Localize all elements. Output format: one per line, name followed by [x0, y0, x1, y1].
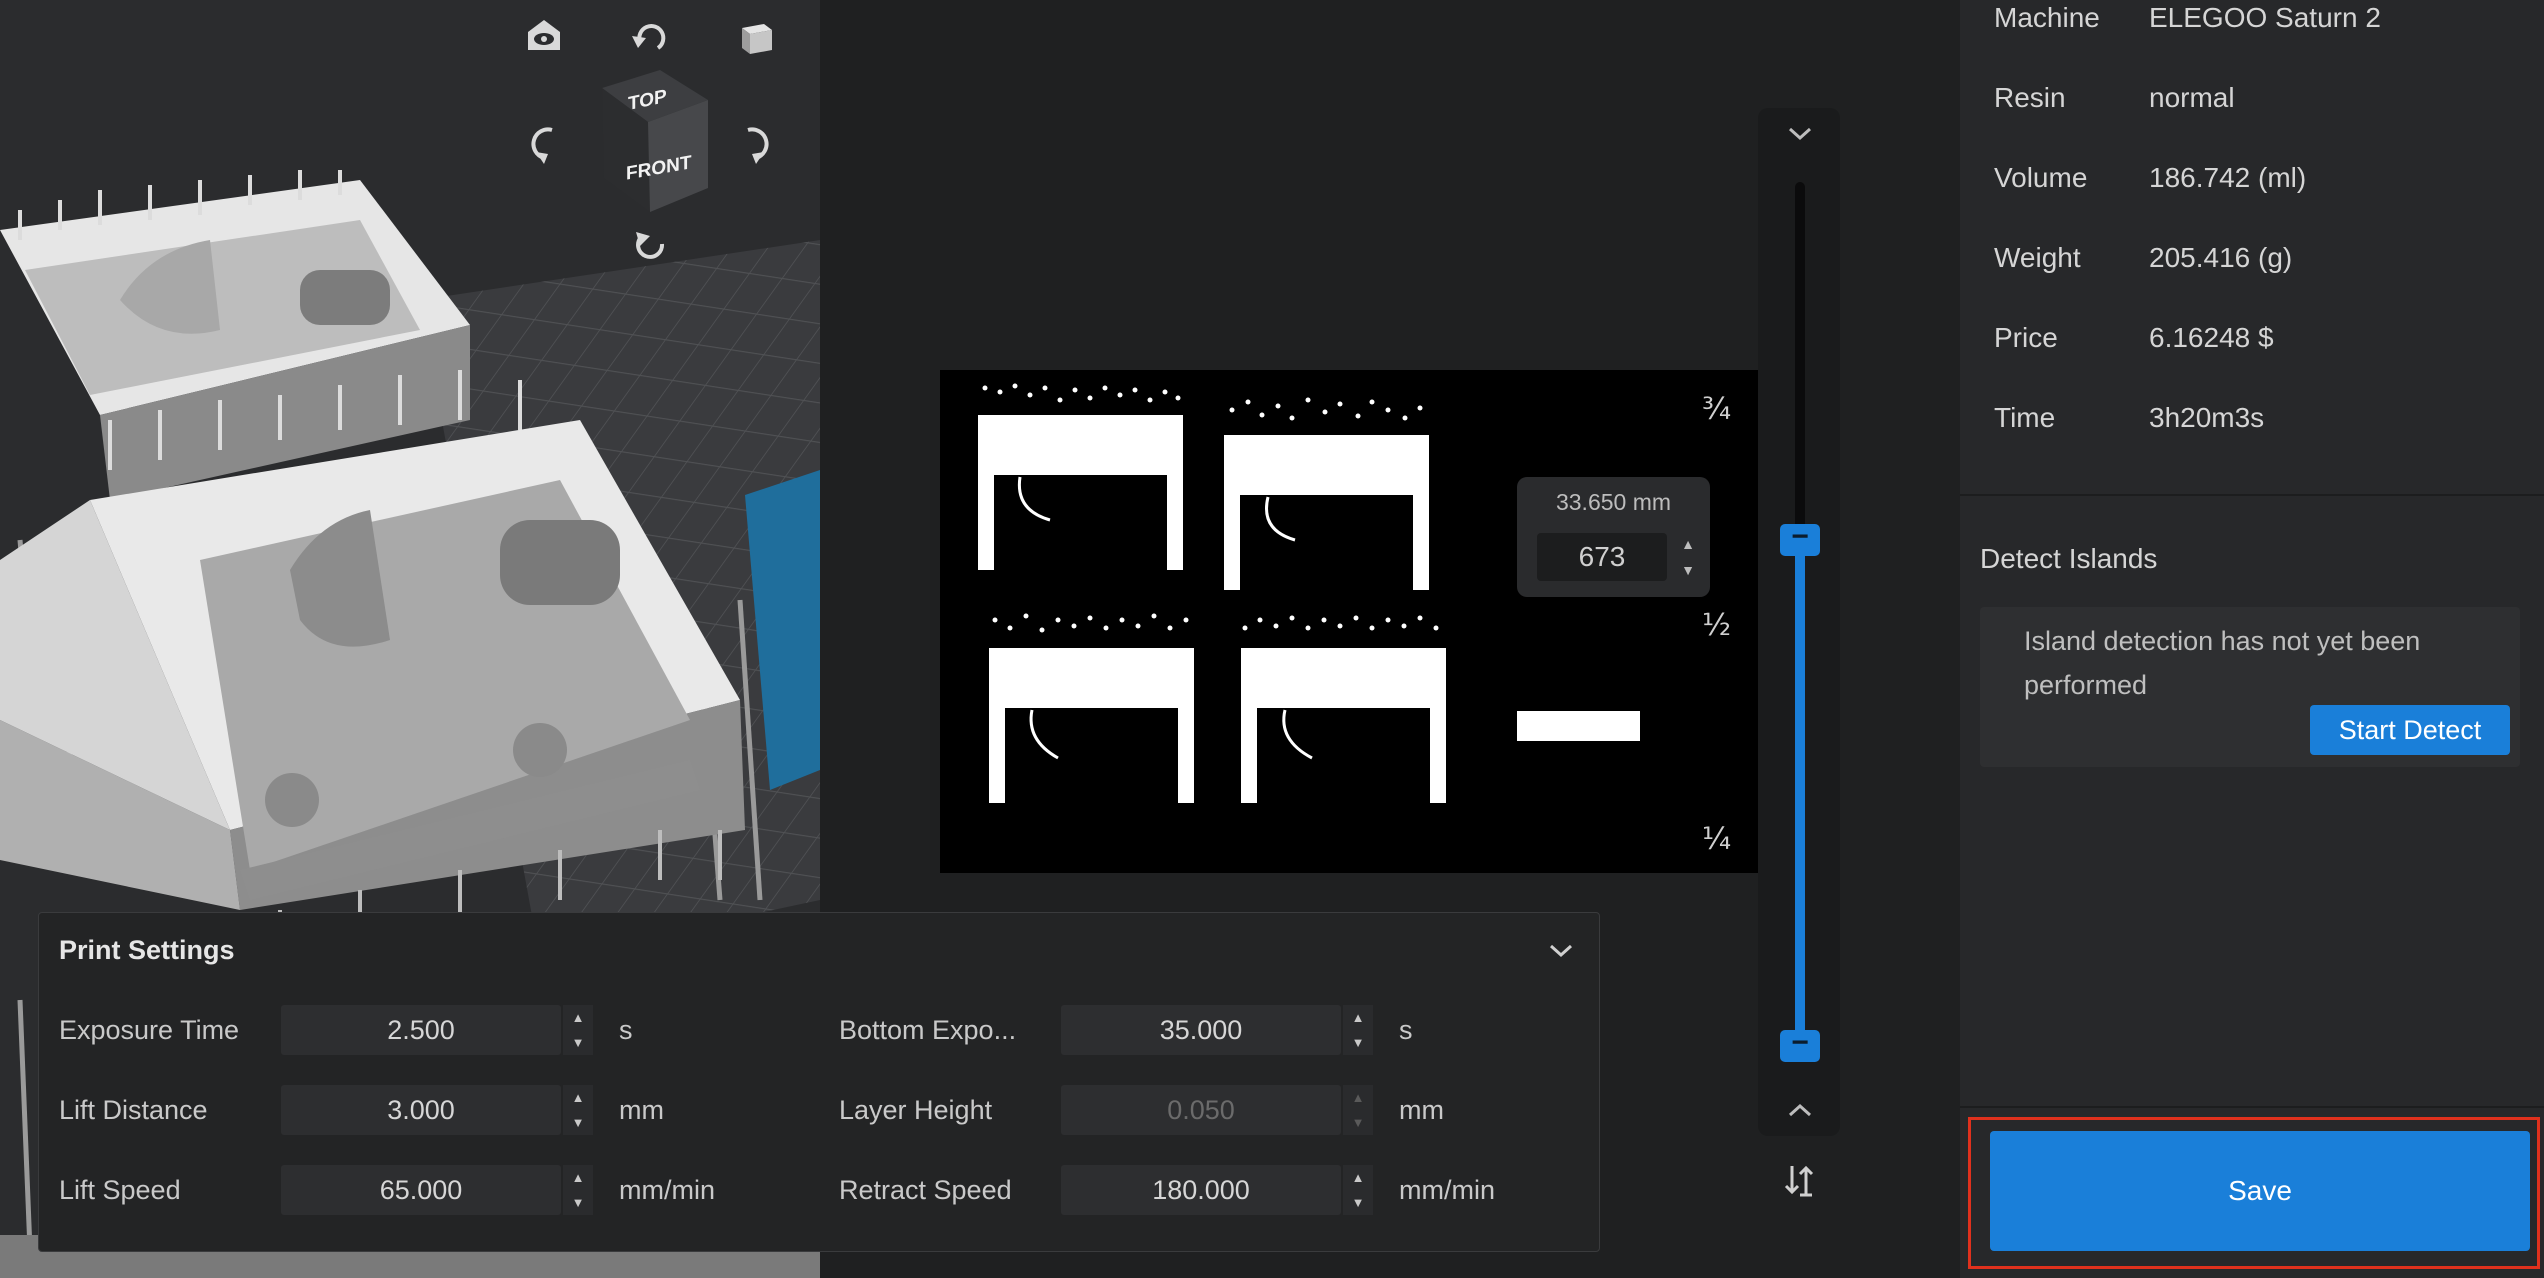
- layer-height-input: 0.050: [1061, 1085, 1341, 1135]
- divider: [1960, 494, 2544, 496]
- collapse-button[interactable]: [1541, 931, 1581, 971]
- slider-range: [1795, 540, 1805, 1046]
- retract-speed-input[interactable]: 180.000: [1061, 1165, 1341, 1215]
- print-settings-title: Print Settings: [59, 935, 235, 965]
- home-eye-icon: [528, 20, 560, 50]
- lift-speed-stepper[interactable]: ▲ ▼: [563, 1165, 593, 1215]
- volume-value: 186.742 (ml): [2149, 162, 2307, 193]
- resin-value: normal: [2149, 82, 2235, 113]
- weight-label: Weight: [1994, 242, 2081, 273]
- layer-height-label: Layer Height: [839, 1095, 993, 1125]
- detect-islands-box: Island detection has not yet been perfor…: [1980, 607, 2520, 767]
- perspective-button[interactable]: [726, 6, 786, 66]
- machine-value: ELEGOO Saturn 2: [2149, 2, 2381, 33]
- chevron-up-icon: [1788, 1103, 1812, 1117]
- volume-label: Volume: [1994, 162, 2088, 193]
- lift-speed-unit: mm/min: [619, 1175, 715, 1205]
- start-detect-button[interactable]: Start Detect: [2310, 705, 2510, 755]
- slider-bottom-handle[interactable]: −: [1780, 1028, 1820, 1062]
- time-value: 3h20m3s: [2149, 402, 2265, 433]
- print-settings-panel: Print Settings Exposure Time 2.500 ▲ ▼ s …: [38, 912, 1600, 1252]
- caret-up-icon[interactable]: ▲: [1343, 1165, 1373, 1190]
- price-label: Price: [1994, 322, 2058, 353]
- layer-down-button[interactable]: ▼: [1677, 559, 1699, 581]
- slider-top-handle[interactable]: −: [1780, 522, 1820, 556]
- resin-label: Resin: [1994, 82, 2066, 113]
- caret-down-icon[interactable]: ▼: [563, 1030, 593, 1055]
- retract-speed-label: Retract Speed: [839, 1175, 1012, 1205]
- exposure-time-label: Exposure Time: [59, 1015, 240, 1045]
- undo-rotate-icon: [632, 24, 666, 50]
- price-value: 6.16248 $: [2149, 322, 2274, 353]
- chevron-down-icon: [1788, 127, 1812, 141]
- time-label: Time: [1994, 402, 2056, 433]
- save-button[interactable]: Save: [1990, 1131, 2530, 1251]
- lift-distance-stepper[interactable]: ▲ ▼: [563, 1085, 593, 1135]
- caret-up-icon[interactable]: ▲: [563, 1005, 593, 1030]
- weight-value: 205.416 (g): [2149, 242, 2293, 273]
- lift-distance-unit: mm: [619, 1095, 664, 1125]
- fraction-quarter: ¼: [1702, 822, 1732, 857]
- layer-height-mm: 33.650 mm: [1555, 489, 1672, 515]
- rotate-right-button[interactable]: [726, 114, 786, 174]
- rotate-down-icon: [636, 232, 665, 259]
- retract-speed-stepper[interactable]: ▲ ▼: [1343, 1165, 1373, 1215]
- layer-up-button[interactable]: ▲: [1677, 533, 1699, 555]
- bottom-exposure-stepper[interactable]: ▲ ▼: [1343, 1005, 1373, 1055]
- bottom-exposure-label: Bottom Expo...: [839, 1015, 1017, 1045]
- caret-down-icon: ▼: [1681, 562, 1695, 578]
- exposure-time-unit: s: [619, 1015, 633, 1045]
- caret-down-icon[interactable]: ▼: [1343, 1030, 1373, 1055]
- caret-up-icon[interactable]: ▲: [563, 1085, 593, 1110]
- rotate-right-icon: [747, 127, 769, 164]
- layer-readout: 33.650 mm 673 ▲ ▼: [1517, 477, 1710, 597]
- bottom-exposure-input[interactable]: 35.000: [1061, 1005, 1341, 1055]
- slider-up-button[interactable]: [1778, 1092, 1822, 1128]
- caret-up-icon[interactable]: ▲: [563, 1165, 593, 1190]
- exposure-time-stepper[interactable]: ▲ ▼: [563, 1005, 593, 1055]
- sort-layers-button[interactable]: [1778, 1162, 1822, 1198]
- rotate-left-icon: [531, 127, 553, 164]
- bottom-exposure-unit: s: [1399, 1015, 1413, 1045]
- fraction-half: ½: [1702, 608, 1732, 643]
- detect-islands-message: Island detection has not yet been perfor…: [2024, 626, 2421, 700]
- caret-down-icon[interactable]: ▼: [563, 1190, 593, 1215]
- sort-arrows-icon: [1784, 1165, 1814, 1197]
- layer-height-stepper: ▲ ▼: [1343, 1085, 1373, 1135]
- info-panel: Machine ELEGOO Saturn 2 Resin normal Vol…: [1960, 0, 2544, 1278]
- home-view-button[interactable]: [514, 6, 574, 66]
- layer-index-input[interactable]: 673: [1537, 533, 1667, 581]
- rotate-down-button[interactable]: [620, 218, 680, 278]
- caret-down-icon: ▼: [1351, 1115, 1365, 1130]
- divider: [1960, 1106, 2544, 1108]
- layer-height-unit: mm: [1399, 1095, 1444, 1125]
- lift-distance-label: Lift Distance: [59, 1095, 208, 1125]
- slider-down-button[interactable]: [1778, 116, 1822, 152]
- machine-label: Machine: [1994, 2, 2100, 33]
- lift-speed-input[interactable]: 65.000: [281, 1165, 561, 1215]
- caret-up-icon[interactable]: ▲: [1343, 1005, 1373, 1030]
- chevron-down-icon: [1549, 944, 1573, 958]
- caret-down-icon[interactable]: ▼: [1343, 1190, 1373, 1215]
- lift-speed-label: Lift Speed: [59, 1175, 181, 1205]
- slice-preview: ¾ ½ ¼: [940, 370, 1837, 873]
- retract-speed-unit: mm/min: [1399, 1175, 1495, 1205]
- caret-up-icon: ▲: [1351, 1090, 1365, 1105]
- fraction-three-quarter: ¾: [1702, 392, 1732, 427]
- lift-distance-input[interactable]: 3.000: [281, 1085, 561, 1135]
- caret-up-icon: ▲: [1681, 536, 1695, 552]
- detect-islands-title: Detect Islands: [1980, 543, 2158, 574]
- view-cube[interactable]: TOP FRONT: [590, 66, 710, 216]
- cube-icon: [742, 24, 772, 54]
- rotate-left-button[interactable]: [514, 114, 574, 174]
- caret-down-icon[interactable]: ▼: [563, 1110, 593, 1135]
- rotate-ccw-button[interactable]: [620, 6, 680, 66]
- exposure-time-input[interactable]: 2.500: [281, 1005, 561, 1055]
